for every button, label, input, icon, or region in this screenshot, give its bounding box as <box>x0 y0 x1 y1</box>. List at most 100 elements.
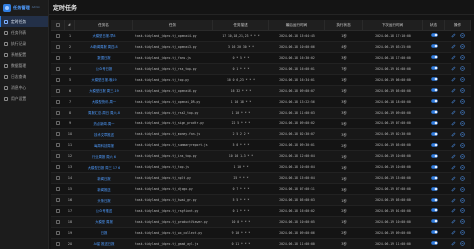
task-name-link[interactable]: 大模型日报-早8 <box>75 31 133 41</box>
delete-icon[interactable] <box>460 33 465 39</box>
status-toggle-icon[interactable] <box>430 208 438 213</box>
row-checkbox[interactable] <box>56 154 60 159</box>
edit-icon[interactable] <box>451 208 456 213</box>
edit-icon[interactable] <box>451 176 456 181</box>
row-checkbox[interactable] <box>56 219 60 224</box>
edit-icon[interactable] <box>451 230 456 235</box>
edit-icon[interactable] <box>451 33 456 38</box>
task-name-link[interactable]: 每周科技周报 <box>75 140 133 150</box>
sidebar-item-1[interactable]: 定时任务 <box>0 16 48 27</box>
edit-icon[interactable] <box>451 121 456 126</box>
delete-icon[interactable] <box>460 99 465 104</box>
select-cell[interactable] <box>51 53 65 63</box>
select-cell[interactable] <box>51 162 65 172</box>
status-toggle-icon[interactable] <box>430 143 438 148</box>
status-toggle-icon[interactable] <box>430 33 438 38</box>
delete-icon[interactable] <box>460 219 465 225</box>
delete-icon[interactable] <box>460 55 465 60</box>
edit-icon[interactable] <box>451 143 456 148</box>
status-toggle-icon[interactable] <box>430 55 438 60</box>
select-cell[interactable] <box>51 239 65 249</box>
delete-icon[interactable] <box>460 197 465 203</box>
row-checkbox[interactable] <box>56 33 60 38</box>
edit-icon[interactable] <box>451 110 456 115</box>
sidebar-item-8[interactable]: 用户设置 <box>0 93 48 104</box>
sidebar-item-4[interactable]: 系统配置 <box>0 49 48 60</box>
delete-icon[interactable] <box>460 230 465 235</box>
select-cell[interactable] <box>51 184 65 194</box>
select-cell[interactable] <box>51 195 65 205</box>
edit-icon[interactable] <box>451 219 456 224</box>
row-checkbox[interactable] <box>56 77 60 82</box>
edit-icon[interactable] <box>451 88 456 93</box>
status-toggle-icon[interactable] <box>430 121 438 126</box>
status-toggle-icon[interactable] <box>430 197 438 203</box>
row-checkbox[interactable] <box>56 187 60 192</box>
column-header[interactable] <box>51 20 65 30</box>
select-cell[interactable] <box>51 119 65 129</box>
edit-icon[interactable] <box>451 165 456 170</box>
task-name-link[interactable]: AI星 推送日报 <box>75 239 133 249</box>
row-checkbox[interactable] <box>56 44 60 49</box>
task-name-link[interactable]: 公众号推送 <box>75 206 133 216</box>
delete-icon[interactable] <box>460 44 465 50</box>
select-cell[interactable] <box>51 129 65 139</box>
task-name-link[interactable]: 热点新闻-周一 <box>75 119 133 129</box>
select-all-checkbox[interactable] <box>55 23 60 27</box>
delete-icon[interactable] <box>460 88 465 93</box>
select-cell[interactable] <box>51 140 65 150</box>
task-name-link[interactable]: 大模型日报 周三 17 6 <box>75 162 133 172</box>
task-name-link[interactable]: 大模型日报 周三-19 <box>75 86 133 96</box>
task-name-link[interactable]: 周报汇总-周日 周六-8 <box>75 108 133 118</box>
sidebar-item-6[interactable]: 日志查询 <box>0 71 48 82</box>
row-checkbox[interactable] <box>56 66 60 71</box>
sidebar-item-3[interactable]: 执行记录 <box>0 38 48 49</box>
delete-icon[interactable] <box>460 110 465 115</box>
status-toggle-icon[interactable] <box>430 186 438 192</box>
row-checkbox[interactable] <box>56 143 60 148</box>
status-toggle-icon[interactable] <box>430 99 438 104</box>
select-cell[interactable] <box>51 97 65 107</box>
status-toggle-icon[interactable] <box>430 175 438 181</box>
select-cell[interactable] <box>51 64 65 74</box>
delete-icon[interactable] <box>460 176 465 181</box>
edit-icon[interactable] <box>451 55 456 60</box>
task-name-link[interactable]: 新闻推送 <box>75 184 133 194</box>
status-toggle-icon[interactable] <box>430 88 438 93</box>
sidebar-item-7[interactable]: 消息中心 <box>0 82 48 93</box>
task-name-link[interactable]: 公众号日报 <box>75 64 133 74</box>
status-toggle-icon[interactable] <box>430 241 438 246</box>
status-toggle-icon[interactable] <box>430 132 438 137</box>
status-toggle-icon[interactable] <box>430 66 438 71</box>
select-cell[interactable] <box>51 151 65 161</box>
edit-icon[interactable] <box>451 132 456 137</box>
edit-icon[interactable] <box>451 44 456 49</box>
row-checkbox[interactable] <box>56 230 60 235</box>
task-name-link[interactable]: 大模型 周报 <box>75 217 133 227</box>
row-checkbox[interactable] <box>56 198 60 203</box>
task-name-link[interactable]: 日报 <box>75 228 133 238</box>
status-toggle-icon[interactable] <box>430 77 438 82</box>
delete-icon[interactable] <box>460 132 465 137</box>
delete-icon[interactable] <box>460 143 465 148</box>
task-name-link[interactable]: AI新闻周报 周四-8 <box>75 42 133 52</box>
delete-icon[interactable] <box>460 154 465 159</box>
select-cell[interactable] <box>51 228 65 238</box>
delete-icon[interactable] <box>460 208 465 214</box>
delete-icon[interactable] <box>460 186 465 192</box>
task-name-link[interactable]: 数据日报 <box>75 53 133 63</box>
edit-icon[interactable] <box>451 154 456 159</box>
task-name-link[interactable]: 大模型快讯-周一 <box>75 97 133 107</box>
status-toggle-icon[interactable] <box>430 44 438 49</box>
edit-icon[interactable] <box>451 187 456 192</box>
edit-icon[interactable] <box>451 241 456 246</box>
delete-icon[interactable] <box>460 165 465 170</box>
select-cell[interactable] <box>51 42 65 52</box>
status-toggle-icon[interactable] <box>430 219 438 224</box>
delete-icon[interactable] <box>460 121 465 126</box>
status-toggle-icon[interactable] <box>430 164 438 170</box>
sidebar-item-2[interactable]: 任务列表 <box>0 27 48 38</box>
row-checkbox[interactable] <box>56 99 60 104</box>
row-checkbox[interactable] <box>56 176 60 181</box>
task-name-link[interactable]: 技术文章推送 <box>75 129 133 139</box>
